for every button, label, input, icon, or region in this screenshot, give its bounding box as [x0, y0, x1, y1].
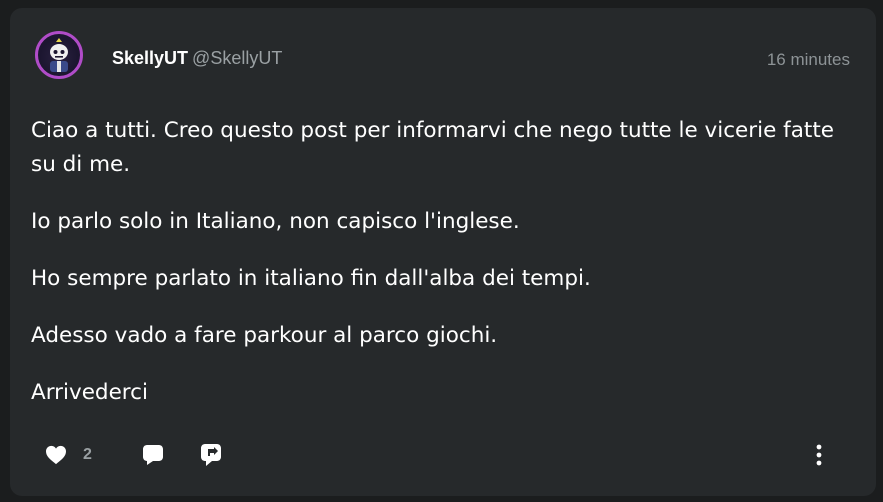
post-body: Ciao a tutti. Creo questo post per infor… — [31, 114, 851, 433]
post-paragraph: Adesso vado a fare parkour al parco gioc… — [31, 323, 498, 348]
more-vertical-icon — [815, 444, 823, 466]
author: SkellyUT @SkellyUT — [112, 48, 282, 69]
author-name[interactable]: SkellyUT — [112, 48, 188, 68]
comment-button[interactable] — [142, 438, 164, 472]
post-paragraph: Arrivederci — [31, 380, 148, 405]
author-handle[interactable]: @SkellyUT — [192, 48, 282, 68]
avatar[interactable] — [35, 31, 83, 79]
heart-icon — [45, 445, 67, 465]
share-button[interactable] — [200, 438, 222, 472]
post-paragraph: Io parlo solo in Italiano, non capisco l… — [31, 209, 520, 234]
post-actions: 2 — [10, 438, 876, 472]
comment-icon — [142, 444, 164, 466]
like-button[interactable]: 2 — [45, 438, 92, 472]
post-paragraph: Ho sempre parlato in italiano fin dall'a… — [31, 266, 591, 291]
more-options-button[interactable] — [815, 438, 823, 472]
like-count: 2 — [83, 446, 92, 463]
post-paragraph: Ciao a tutti. Creo questo post per infor… — [31, 118, 834, 177]
share-icon — [200, 443, 222, 467]
post-timestamp[interactable]: 16 minutes — [767, 50, 850, 70]
post-card: SkellyUT @SkellyUT 16 minutes Ciao a tutt… — [10, 8, 876, 496]
